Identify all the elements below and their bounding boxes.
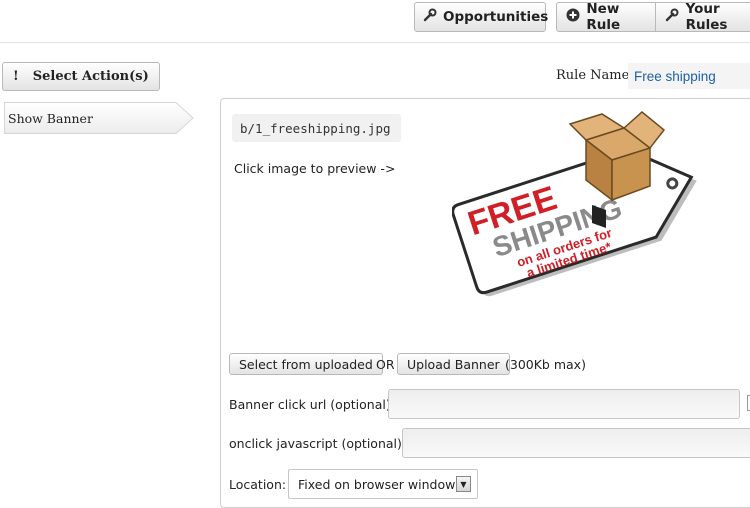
wrench-icon [423,8,437,26]
banner-preview-image[interactable]: FREE SHIPPING on all orders for a limite… [452,104,720,314]
size-note: (300Kb max) [505,357,586,372]
new-rule-label: New Rule [586,1,621,33]
select-actions-label: Select Action(s) [32,69,149,84]
wrench-icon [664,8,680,26]
your-rules-button[interactable]: Your Rules [655,1,750,33]
banner-filename: b/1_freeshipping.jpg [232,114,401,142]
preview-hint: Click image to preview -> [234,161,396,176]
plus-circle-icon [565,8,580,26]
opportunities-label: Opportunities [443,9,549,25]
upload-banner-button[interactable]: Upload Banner [397,353,510,375]
opportunities-button[interactable]: Opportunities [414,2,549,32]
your-rules-label: Your Rules [685,1,728,33]
onclick-javascript-label: onclick javascript (optional): [229,436,407,451]
select-actions-button[interactable]: ! Select Action(s) [2,62,160,91]
onclick-javascript-input[interactable] [402,428,750,458]
or-label: OR [376,357,395,372]
action-item-label: Show Banner [8,111,93,126]
new-rule-button[interactable]: New Rule [556,1,656,33]
top-toolbar: Opportunities New Rule Your Rules [0,0,750,43]
location-select-value: Fixed on browser window [298,476,456,492]
chevron-down-icon: ▼ [456,476,471,492]
rule-name-label: Rule Name: [556,68,634,83]
action-item-show-banner[interactable]: Show Banner [4,102,194,134]
location-select[interactable]: Fixed on browser window ▼ [288,469,478,499]
location-label: Location: [229,477,287,492]
banner-click-url-label: Banner click url (optional): [229,397,395,412]
select-from-uploaded-button[interactable]: Select from uploaded [229,353,383,375]
rule-name-input[interactable] [628,63,750,89]
banner-click-url-input[interactable] [388,389,740,419]
exclamation-icon: ! [13,69,19,84]
